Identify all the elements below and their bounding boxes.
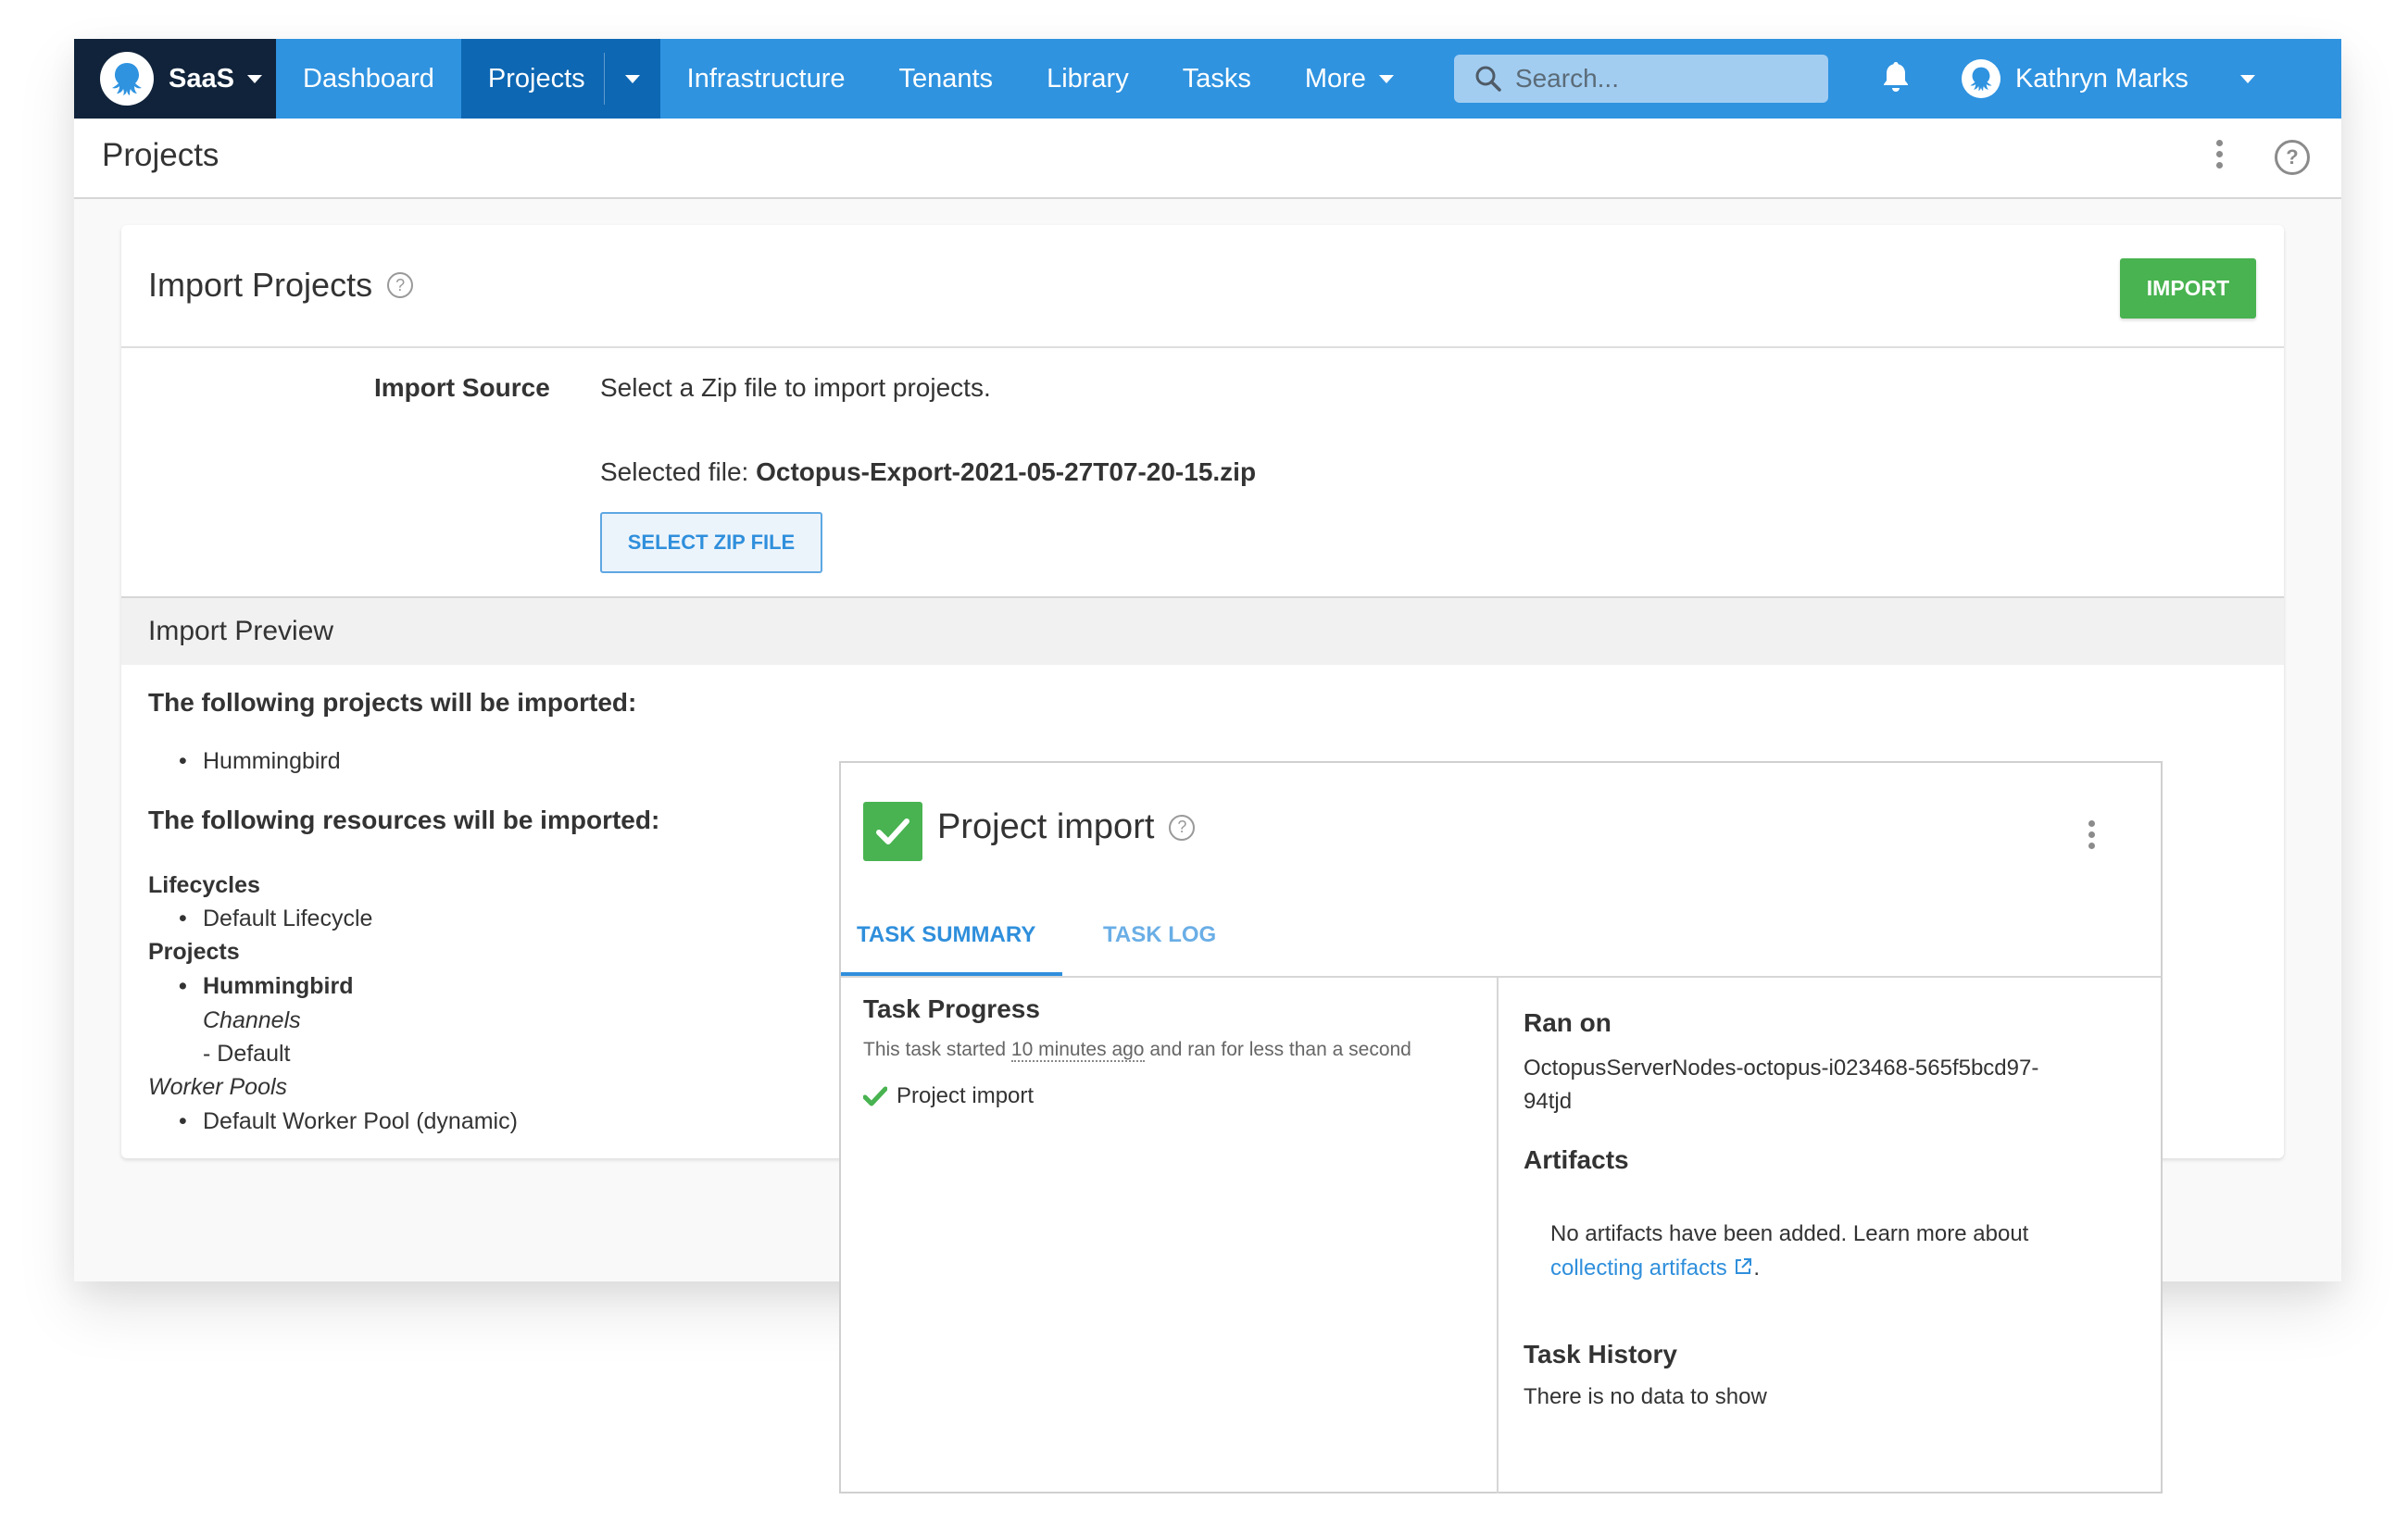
card-title-text: Import Projects: [148, 266, 373, 304]
task-title: Project import ?: [937, 807, 1196, 847]
help-icon[interactable]: ?: [2275, 140, 2310, 175]
lifecycles-label: Lifecycles: [148, 872, 260, 898]
list-item: Default Worker Pool (dynamic): [179, 1108, 518, 1135]
nav-label: Library: [1047, 63, 1129, 94]
external-link-icon[interactable]: [1733, 1256, 1753, 1277]
artifacts-message: No artifacts have been added. Learn more…: [1550, 1217, 2028, 1285]
started-relative-time[interactable]: 10 minutes ago: [1010, 1039, 1145, 1062]
search-input[interactable]: Search...: [1453, 55, 1828, 103]
divider: [1497, 978, 1499, 1493]
help-icon[interactable]: ?: [1169, 814, 1196, 841]
import-source-label: Import Source: [374, 373, 550, 402]
collecting-artifacts-link[interactable]: collecting artifacts: [1550, 1256, 1727, 1281]
resources-heading: The following resources will be imported…: [148, 806, 660, 834]
caret-down-icon: [1378, 74, 1394, 83]
projects-heading: The following projects will be imported:: [148, 688, 637, 717]
ran-on-line: 94tjd: [1524, 1089, 1573, 1114]
import-source-description: Select a Zip file to import projects.: [600, 373, 991, 402]
nav-item-tasks[interactable]: Tasks: [1156, 39, 1278, 119]
top-nav: SaaS Dashboard Projects Infrastructure T…: [74, 39, 2341, 119]
user-avatar-icon: [1961, 59, 2000, 98]
text: .: [1753, 1256, 1761, 1281]
nav-item-projects[interactable]: Projects: [460, 39, 660, 119]
help-icon[interactable]: ?: [387, 272, 414, 298]
artifacts-text: No artifacts have been added. Learn more…: [1550, 1221, 2029, 1246]
select-zip-file-button[interactable]: SELECT ZIP FILE: [600, 512, 822, 573]
card-title: Import Projects ?: [148, 266, 414, 305]
nav-label: Tasks: [1182, 63, 1251, 94]
projects-label: Projects: [148, 939, 240, 965]
text: This task started: [863, 1039, 1011, 1060]
nav-item-library[interactable]: Library: [1020, 39, 1156, 119]
tab-task-log[interactable]: TASK LOG: [1103, 922, 1216, 948]
import-button[interactable]: IMPORT: [2120, 258, 2256, 319]
octopus-logo-icon: [100, 52, 154, 106]
nav-item-dashboard[interactable]: Dashboard: [276, 39, 461, 119]
nav-item-tenants[interactable]: Tenants: [872, 39, 1020, 119]
task-history-heading: Task History: [1524, 1340, 1677, 1368]
nav-label: More: [1304, 63, 1366, 94]
task-started-text: This task started 10 minutes ago and ran…: [863, 1039, 1411, 1062]
success-status-icon: [863, 802, 922, 861]
nav-item-more[interactable]: More: [1278, 39, 1421, 119]
list-item: - Default: [203, 1041, 291, 1067]
nav-label: Dashboard: [303, 63, 434, 94]
artifacts-heading: Artifacts: [1524, 1145, 1629, 1174]
caret-down-icon: [2239, 74, 2255, 83]
ran-on-value: OctopusServerNodes-octopus-i023468-565f5…: [1524, 1052, 2038, 1118]
check-icon: [863, 1086, 887, 1106]
page-title: Projects: [102, 137, 219, 173]
worker-pools-label: Worker Pools: [148, 1074, 288, 1100]
import-preview-header: Import Preview: [121, 598, 2284, 665]
list-item: Default Lifecycle: [179, 906, 372, 932]
nav-item-infrastructure[interactable]: Infrastructure: [660, 39, 872, 119]
task-history-empty: There is no data to show: [1524, 1384, 1767, 1409]
task-step[interactable]: Project import: [863, 1083, 1034, 1109]
card-header: Import Projects ? IMPORT: [121, 225, 2284, 348]
selected-file-name: Octopus-Export-2021-05-27T07-20-15.zip: [756, 457, 1257, 486]
space-name: SaaS: [169, 63, 234, 94]
caret-down-icon: [246, 74, 262, 83]
page-header: Projects ?: [74, 119, 2341, 199]
task-progress-heading: Task Progress: [863, 994, 1040, 1023]
task-overflow-menu-icon[interactable]: [2088, 820, 2095, 849]
projects-dropdown-toggle[interactable]: [605, 64, 660, 94]
search-icon: [1475, 66, 1501, 92]
search-placeholder: Search...: [1514, 64, 1619, 93]
task-panel: Project import ? TASK SUMMARY TASK LOG T…: [839, 761, 2163, 1493]
caret-down-icon: [624, 75, 640, 84]
ran-on-heading: Ran on: [1524, 1008, 1612, 1037]
text: and ran for less than a second: [1144, 1039, 1411, 1060]
bell-icon[interactable]: [1882, 60, 1910, 98]
space-switcher[interactable]: SaaS: [74, 39, 276, 119]
selected-file: Selected file: Octopus-Export-2021-05-27…: [600, 457, 1256, 487]
page-overflow-menu-icon[interactable]: [2216, 140, 2223, 169]
user-menu[interactable]: Kathryn Marks: [1961, 59, 2255, 98]
tab-task-summary[interactable]: TASK SUMMARY: [857, 922, 1035, 948]
nav-label: Projects: [487, 63, 585, 94]
task-header: Project import ? TASK SUMMARY TASK LOG: [841, 763, 2161, 976]
channels-label: Channels: [203, 1007, 301, 1033]
selected-file-label: Selected file:: [600, 457, 749, 486]
list-item: Hummingbird: [179, 748, 341, 775]
list-item: Hummingbird: [179, 973, 353, 1000]
task-title-text: Project import: [937, 807, 1155, 846]
ran-on-line: OctopusServerNodes-octopus-i023468-565f5…: [1524, 1056, 2039, 1081]
user-name: Kathryn Marks: [2014, 63, 2189, 94]
import-source-section: Import Source Select a Zip file to impor…: [121, 348, 2284, 598]
divider: [841, 976, 2161, 978]
nav-label: Infrastructure: [686, 63, 846, 94]
task-step-label: Project import: [897, 1083, 1035, 1108]
nav-label: Tenants: [898, 63, 994, 94]
